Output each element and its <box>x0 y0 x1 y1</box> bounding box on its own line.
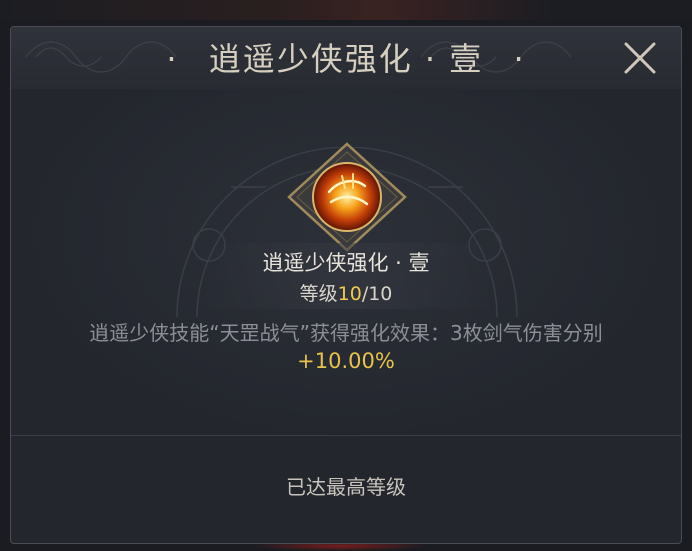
level-label: 等级 <box>299 283 338 305</box>
divider <box>11 435 681 436</box>
enhance-dialog: · 逍遥少侠强化 · 壹 · 逍遥少侠强化 · 壹 等级10/10 逍遥少侠技能… <box>10 26 682 544</box>
skill-icon[interactable] <box>287 142 407 252</box>
effect-description: 逍遥少侠技能“天罡战气”获得强化效果：3枚剑气伤害分别 <box>89 321 603 345</box>
level-max: /10 <box>361 283 393 305</box>
close-button[interactable] <box>599 27 681 89</box>
effect-value: +10.00% <box>297 349 395 373</box>
background-top <box>0 0 692 20</box>
level-current: 10 <box>337 283 362 305</box>
item-level: 等级10/10 <box>11 279 681 306</box>
dialog-header: · 逍遥少侠强化 · 壹 · <box>11 27 681 90</box>
max-level-status: 已达最高等级 <box>286 475 406 499</box>
item-name: 逍遥少侠强化 · 壹 <box>262 251 430 275</box>
title-dot-right: · <box>513 40 526 78</box>
close-icon <box>624 42 656 74</box>
dialog-title: · 逍遥少侠强化 · 壹 · <box>11 37 681 81</box>
title-text: 逍遥少侠强化 · 壹 <box>208 40 484 78</box>
title-dot-left: · <box>166 40 179 78</box>
